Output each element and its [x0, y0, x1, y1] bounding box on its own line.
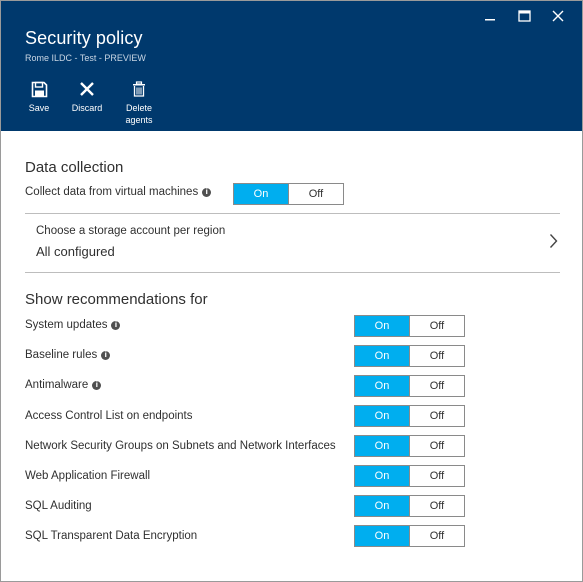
collect-data-off[interactable]: Off [288, 184, 343, 204]
toggle-on[interactable]: On [355, 466, 409, 486]
collect-data-text: Collect data from virtual machines [25, 186, 199, 198]
toggle-on[interactable]: On [355, 316, 409, 336]
divider [25, 213, 560, 214]
recommendation-label-system-updates: System updates i [25, 319, 121, 331]
sql-tde-toggle[interactable]: On Off [354, 525, 465, 547]
recommendation-text: Access Control List on endpoints [25, 410, 193, 422]
close-button[interactable] [542, 7, 574, 25]
save-button[interactable]: Save [25, 80, 53, 126]
recommendation-text: SQL Auditing [25, 500, 92, 512]
discard-button[interactable]: Discard [67, 80, 107, 126]
page-title: Security policy [25, 28, 143, 48]
divider [25, 272, 560, 273]
info-icon[interactable]: i [202, 187, 212, 197]
window-controls [474, 7, 574, 25]
recommendation-text: SQL Transparent Data Encryption [25, 530, 198, 542]
storage-account-row[interactable]: Choose a storage account per region All … [25, 215, 560, 272]
nsg-toggle[interactable]: On Off [354, 435, 465, 457]
collect-data-on[interactable]: On [234, 184, 288, 204]
toggle-off[interactable]: Off [409, 316, 464, 336]
recommendation-label-sql-tde: SQL Transparent Data Encryption [25, 530, 197, 542]
recommendation-label-acl-endpoints: Access Control List on endpoints [25, 410, 192, 422]
recommendation-label-nsg: Network Security Groups on Subnets and N… [25, 440, 336, 452]
data-collection-heading: Data collection [25, 159, 124, 176]
baseline-rules-toggle[interactable]: On Off [354, 345, 465, 367]
delete-agents-label: Delete agents [125, 103, 153, 125]
blade-header: Security policy Rome ILDC - Test - PREVI… [1, 1, 582, 131]
minimize-icon [485, 19, 495, 21]
delete-agents-button[interactable]: Delete agents [121, 80, 157, 126]
toggle-off[interactable]: Off [409, 526, 464, 546]
close-icon [552, 10, 564, 22]
command-bar: Save Discard Delete agents [25, 80, 171, 126]
system-updates-toggle[interactable]: On Off [354, 315, 465, 337]
info-icon[interactable]: i [101, 350, 111, 360]
trash-icon [133, 81, 145, 97]
acl-endpoints-toggle[interactable]: On Off [354, 405, 465, 427]
recommendation-text: Web Application Firewall [25, 470, 151, 482]
collect-data-toggle[interactable]: On Off [233, 183, 344, 205]
save-icon [31, 81, 47, 97]
toggle-off[interactable]: Off [409, 346, 464, 366]
storage-account-label: Choose a storage account per region [36, 225, 226, 237]
toggle-on[interactable]: On [355, 526, 409, 546]
sql-auditing-toggle[interactable]: On Off [354, 495, 465, 517]
maximize-icon [517, 10, 531, 22]
toggle-off[interactable]: Off [409, 406, 464, 426]
recommendation-label-baseline-rules: Baseline rules i [25, 349, 111, 361]
toggle-off[interactable]: Off [409, 496, 464, 516]
info-icon[interactable]: i [92, 380, 102, 390]
discard-label: Discard [71, 103, 103, 113]
recommendation-text: System updates [25, 319, 108, 331]
collect-data-label: Collect data from virtual machines i [25, 186, 212, 198]
toggle-off[interactable]: Off [409, 376, 464, 396]
toggle-off[interactable]: Off [409, 466, 464, 486]
antimalware-toggle[interactable]: On Off [354, 375, 465, 397]
toggle-on[interactable]: On [355, 406, 409, 426]
toggle-on[interactable]: On [355, 346, 409, 366]
security-policy-blade: Security policy Rome ILDC - Test - PREVI… [0, 0, 583, 582]
chevron-right-icon [549, 234, 558, 248]
recommendation-label-sql-auditing: SQL Auditing [25, 500, 92, 512]
recommendation-label-antimalware: Antimalware i [25, 379, 102, 391]
recommendation-text: Baseline rules [25, 349, 98, 361]
recommendation-text: Antimalware [25, 379, 89, 391]
minimize-button[interactable] [474, 7, 506, 25]
toggle-on[interactable]: On [355, 376, 409, 396]
recommendations-heading: Show recommendations for [25, 291, 208, 308]
toggle-on[interactable]: On [355, 496, 409, 516]
recommendation-label-waf: Web Application Firewall [25, 470, 150, 482]
page-subtitle: Rome ILDC - Test - PREVIEW [25, 53, 146, 63]
storage-account-value: All configured [36, 244, 115, 259]
discard-icon [80, 82, 94, 96]
toggle-off[interactable]: Off [409, 436, 464, 456]
save-label: Save [28, 103, 50, 113]
info-icon[interactable]: i [111, 320, 121, 330]
toggle-on[interactable]: On [355, 436, 409, 456]
recommendation-text: Network Security Groups on Subnets and N… [25, 440, 336, 452]
waf-toggle[interactable]: On Off [354, 465, 465, 487]
maximize-button[interactable] [508, 7, 540, 25]
